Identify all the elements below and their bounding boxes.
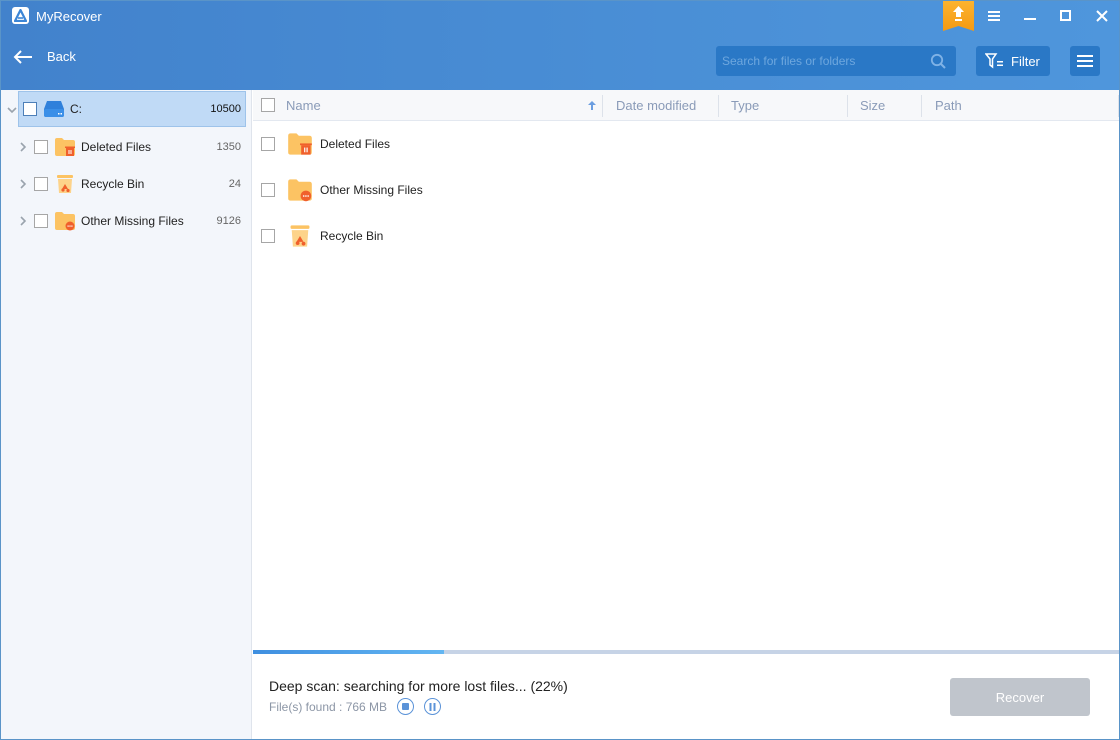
sidebar-tree: C: 10500 Deleted Files 1350 Recycle Bin …	[1, 90, 252, 739]
recover-button[interactable]: Recover	[950, 678, 1090, 716]
files-found-text: File(s) found : 766 MB	[269, 699, 388, 714]
column-header-path[interactable]: Path	[935, 90, 1085, 120]
app-title: MyRecover	[36, 9, 102, 24]
column-divider	[1118, 95, 1119, 117]
recycle-bin-icon	[57, 174, 73, 193]
back-label: Back	[47, 49, 76, 64]
table-row[interactable]: Other Missing Files	[253, 167, 1119, 213]
drive-icon	[44, 101, 64, 117]
deleted-folder-icon	[55, 137, 75, 156]
tree-item-label: Recycle Bin	[81, 176, 145, 191]
row-checkbox[interactable]	[261, 137, 275, 151]
item-count: 10500	[210, 103, 241, 115]
checkbox[interactable]	[34, 213, 48, 228]
item-count: 24	[228, 177, 241, 190]
footer-bar: Deep scan: searching for more lost files…	[253, 654, 1119, 739]
back-button[interactable]: Back	[13, 49, 76, 64]
pause-icon	[429, 702, 436, 711]
column-divider[interactable]	[602, 95, 603, 117]
close-button[interactable]	[1090, 6, 1114, 26]
search-icon[interactable]	[930, 53, 946, 69]
table-row[interactable]: Deleted Files	[253, 121, 1119, 167]
file-list-panel: Name Date modified Type Size Path Delete…	[253, 90, 1119, 650]
app-menu-button[interactable]	[982, 6, 1006, 26]
chevron-down-icon[interactable]	[7, 105, 17, 115]
file-name: Recycle Bin	[320, 229, 384, 243]
recycle-bin-icon	[290, 225, 310, 247]
tree-item-drive-c[interactable]: C: 10500	[18, 91, 246, 127]
column-header-name[interactable]: Name	[286, 90, 599, 120]
app-window: MyRecover Back Search for files or folde…	[0, 0, 1120, 740]
hamburger-menu-icon	[1077, 55, 1093, 67]
app-logo-icon	[12, 7, 29, 24]
file-name: Deleted Files	[320, 137, 391, 151]
pause-scan-button[interactable]	[424, 698, 442, 715]
column-label: Path	[935, 97, 962, 113]
table-header: Name Date modified Type Size Path	[253, 90, 1119, 121]
item-count: 1350	[216, 140, 241, 153]
item-count: 9126	[216, 214, 241, 227]
stop-scan-button[interactable]	[397, 698, 415, 715]
select-all-checkbox[interactable]	[261, 98, 275, 112]
column-divider[interactable]	[718, 95, 719, 117]
filter-label: Filter	[1011, 53, 1040, 69]
close-icon	[1096, 10, 1108, 22]
column-divider[interactable]	[921, 95, 922, 117]
column-header-date-modified[interactable]: Date modified	[616, 90, 716, 120]
missing-folder-icon	[288, 179, 312, 202]
table-row[interactable]: Recycle Bin	[253, 213, 1119, 259]
column-label: Type	[731, 97, 760, 113]
checkbox[interactable]	[23, 102, 37, 116]
tree-item-other-missing-files[interactable]: Other Missing Files 9126	[1, 202, 251, 239]
filter-icon	[985, 53, 1003, 69]
column-divider[interactable]	[847, 95, 848, 117]
hamburger-icon	[988, 11, 1000, 21]
scan-status-text: Deep scan: searching for more lost files…	[269, 678, 568, 694]
arrow-left-icon	[13, 49, 32, 64]
files-found-row: File(s) found : 766 MB	[269, 698, 442, 715]
row-checkbox[interactable]	[261, 229, 275, 243]
search-input[interactable]	[716, 46, 926, 76]
deleted-folder-icon	[288, 133, 312, 155]
filter-button[interactable]: Filter	[976, 46, 1050, 76]
upgrade-icon	[943, 1, 974, 31]
chevron-right-icon[interactable]	[18, 179, 28, 189]
search-box[interactable]	[716, 46, 956, 76]
upgrade-button[interactable]	[943, 1, 974, 31]
header-bar: MyRecover Back Search for files or folde…	[1, 1, 1119, 90]
checkbox[interactable]	[34, 176, 48, 191]
maximize-button[interactable]	[1054, 6, 1078, 26]
chevron-right-icon[interactable]	[18, 216, 28, 226]
column-header-type[interactable]: Type	[731, 90, 841, 120]
maximize-icon	[1060, 10, 1071, 21]
tree-item-label: Deleted Files	[81, 139, 152, 154]
column-label: Name	[286, 97, 321, 113]
file-name: Other Missing Files	[320, 183, 423, 197]
row-checkbox[interactable]	[261, 183, 275, 197]
more-menu-button[interactable]	[1070, 46, 1100, 76]
stop-icon	[402, 703, 410, 710]
missing-folder-icon	[55, 211, 75, 230]
minimize-button[interactable]	[1018, 6, 1042, 26]
tree-item-label: Other Missing Files	[81, 213, 184, 228]
checkbox[interactable]	[34, 139, 48, 154]
minimize-icon	[1024, 18, 1036, 20]
column-header-size[interactable]: Size	[860, 90, 920, 120]
tree-item-recycle-bin[interactable]: Recycle Bin 24	[1, 165, 251, 202]
sort-ascending-icon	[588, 101, 596, 110]
chevron-right-icon[interactable]	[18, 142, 28, 152]
column-label: Size	[860, 97, 886, 113]
column-label: Date modified	[616, 97, 697, 113]
tree-item-deleted-files[interactable]: Deleted Files 1350	[1, 128, 251, 165]
tree-item-label: C:	[70, 102, 82, 116]
